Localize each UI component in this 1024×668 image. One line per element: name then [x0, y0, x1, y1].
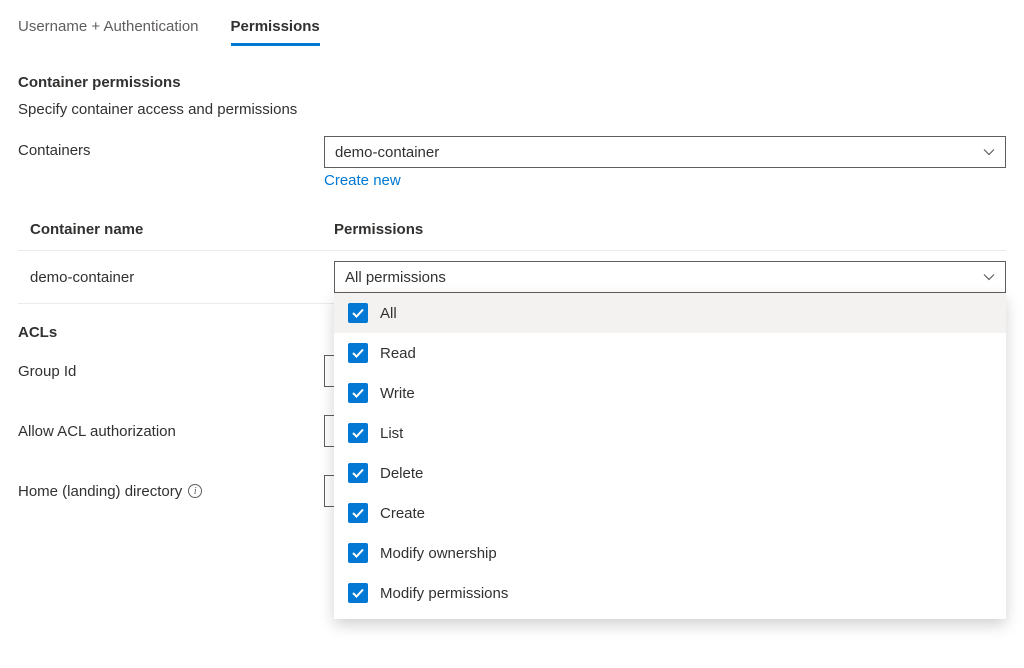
table-row: demo-container All permissions All [18, 251, 1006, 304]
checkbox-checked-icon [348, 303, 368, 323]
perm-option-label: Create [380, 505, 425, 522]
perm-option-list[interactable]: List [334, 413, 1006, 453]
create-new-link[interactable]: Create new [324, 172, 401, 189]
checkbox-checked-icon [348, 423, 368, 443]
col-container-name: Container name [18, 221, 334, 238]
container-permissions-section: Container permissions Specify container … [18, 74, 1006, 189]
chevron-down-icon [983, 146, 995, 158]
tab-permissions[interactable]: Permissions [231, 18, 320, 46]
containers-label: Containers [18, 136, 324, 159]
perm-option-create[interactable]: Create [334, 493, 1006, 533]
checkbox-checked-icon [348, 503, 368, 523]
checkbox-checked-icon [348, 463, 368, 483]
group-id-label: Group Id [18, 363, 324, 380]
info-icon[interactable]: i [188, 484, 202, 498]
permissions-select-value: All permissions [345, 269, 446, 286]
containers-select[interactable]: demo-container [324, 136, 1006, 168]
tab-bar: Username + Authentication Permissions [18, 18, 1006, 46]
perm-option-modify-ownership[interactable]: Modify ownership [334, 533, 1006, 573]
chevron-down-icon [983, 271, 995, 283]
perm-option-delete[interactable]: Delete [334, 453, 1006, 493]
allow-acl-label: Allow ACL authorization [18, 423, 324, 440]
perm-option-label: Modify ownership [380, 545, 497, 562]
home-dir-label: Home (landing) directory [18, 483, 182, 500]
containers-table: Container name Permissions demo-containe… [18, 221, 1006, 304]
permissions-select[interactable]: All permissions [334, 261, 1006, 293]
col-permissions: Permissions [334, 221, 1006, 238]
table-header: Container name Permissions [18, 221, 1006, 251]
perm-option-label: Write [380, 385, 415, 402]
checkbox-checked-icon [348, 343, 368, 363]
perm-option-write[interactable]: Write [334, 373, 1006, 413]
permissions-dropdown: All Read Write [334, 293, 1006, 619]
perm-option-label: Modify permissions [380, 585, 508, 602]
perm-option-modify-permissions[interactable]: Modify permissions [334, 573, 1006, 613]
perm-option-label: Delete [380, 465, 423, 482]
tab-username-auth[interactable]: Username + Authentication [18, 18, 199, 46]
containers-select-value: demo-container [335, 144, 439, 161]
perm-option-all[interactable]: All [334, 293, 1006, 333]
checkbox-checked-icon [348, 383, 368, 403]
checkbox-checked-icon [348, 543, 368, 563]
perm-option-label: List [380, 425, 403, 442]
checkbox-checked-icon [348, 583, 368, 603]
perm-option-label: All [380, 305, 397, 322]
cell-container-name: demo-container [18, 269, 334, 286]
perm-option-label: Read [380, 345, 416, 362]
container-permissions-subtitle: Specify container access and permissions [18, 101, 1006, 118]
perm-option-read[interactable]: Read [334, 333, 1006, 373]
container-permissions-title: Container permissions [18, 74, 1006, 91]
containers-row: Containers demo-container Create new [18, 136, 1006, 189]
